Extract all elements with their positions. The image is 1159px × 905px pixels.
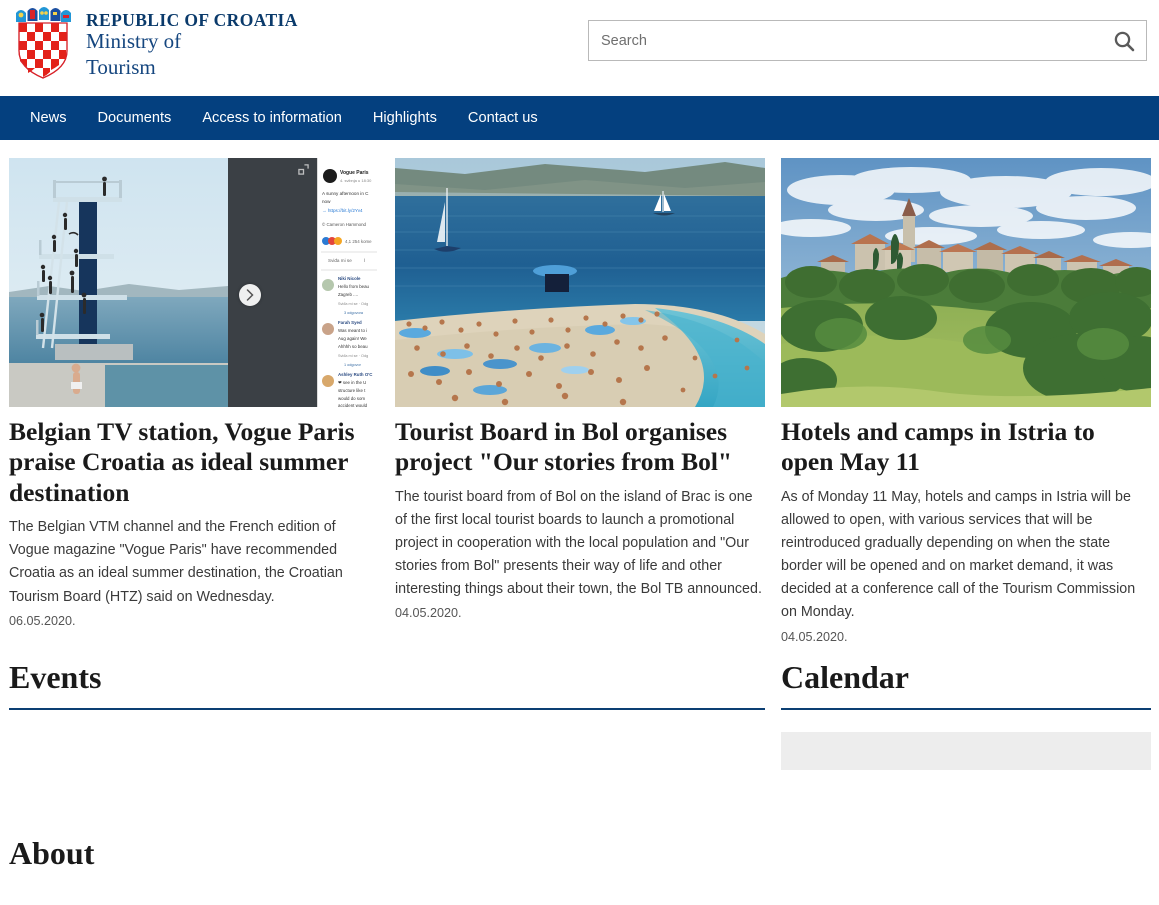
news-card-image[interactable]: Vogue Paris 4. svibnja u 18:30 A sunny a… [9, 158, 379, 407]
search-bar[interactable] [588, 20, 1147, 61]
brand-ministry-line1: Ministry of [86, 29, 182, 54]
calendar-heading: Calendar [781, 658, 909, 695]
search-button[interactable] [1102, 21, 1146, 60]
events-heading: Events [9, 658, 102, 695]
about-heading: About [9, 835, 95, 872]
news-card-date: 04.05.2020. [781, 629, 848, 644]
svg-text:Farah Syed: Farah Syed [338, 320, 362, 325]
news-card[interactable]: Vogue Paris 4. svibnja u 18:30 A sunny a… [9, 158, 379, 644]
svg-text:would do som: would do som [338, 396, 365, 401]
svg-text:Sviđa mi se · Odg: Sviđa mi se · Odg [338, 302, 368, 306]
brand-country: REPUBLIC OF CROATIA [86, 10, 298, 30]
svg-text:3 odgovora: 3 odgovora [344, 311, 364, 315]
svg-text:© Cameron Hammond: © Cameron Hammond [322, 222, 367, 227]
news-card[interactable]: Hotels and camps in Istria to open May 1… [781, 158, 1151, 644]
svg-text:accident would: accident would [338, 403, 368, 407]
news-card-title[interactable]: Belgian TV station, Vogue Paris praise C… [9, 417, 379, 508]
news-card-title[interactable]: Hotels and camps in Istria to open May 1… [781, 417, 1151, 478]
diving-tower-photo [9, 158, 228, 407]
svg-text:Niki Nicole: Niki Nicole [338, 276, 361, 281]
news-card-summary: The tourist board from of Bol on the isl… [395, 488, 762, 598]
svg-text:A sunny afternoon in C: A sunny afternoon in C [322, 191, 369, 196]
svg-text:4,1 254 kome: 4,1 254 kome [345, 239, 372, 244]
svg-text:1 odgovor: 1 odgovor [344, 363, 362, 367]
calendar-section: Calendar [781, 658, 1151, 771]
news-card-grid: Vogue Paris 4. svibnja u 18:30 A sunny a… [0, 140, 1159, 644]
social-post-screenshot: Vogue Paris 4. svibnja u 18:30 A sunny a… [9, 158, 379, 407]
events-section: Events [9, 658, 765, 770]
svg-text:Sviđa mi se: Sviđa mi se [328, 258, 352, 263]
svg-text:4. svibnja u 18:30: 4. svibnja u 18:30 [340, 178, 372, 183]
svg-text:l: l [364, 258, 365, 263]
svg-text:❤ see in the U: ❤ see in the U [338, 380, 366, 385]
bol-beach-illustration [395, 158, 765, 407]
carousel-next-button[interactable] [239, 284, 261, 306]
news-card-date: 06.05.2020. [9, 613, 76, 628]
news-card-summary: As of Monday 11 May, hotels and camps in… [781, 488, 1136, 621]
istria-village-illustration [781, 158, 1151, 407]
nav-item-highlights[interactable]: Highlights [373, 111, 437, 126]
chevron-right-icon [246, 289, 254, 301]
croatia-coat-of-arms-icon [16, 7, 71, 79]
nav-item-access-to-information[interactable]: Access to information [202, 111, 342, 126]
nav-item-news[interactable]: News [30, 111, 67, 126]
events-divider [9, 708, 765, 711]
news-card-image[interactable] [781, 158, 1151, 407]
about-section: About [0, 834, 1159, 872]
calendar-placeholder[interactable] [781, 732, 1151, 771]
svg-text:Ahhhh so beau: Ahhhh so beau [338, 344, 368, 349]
social-post-comments-panel[interactable]: Vogue Paris 4. svibnja u 18:30 A sunny a… [317, 158, 379, 407]
comments-panel-illustration: Vogue Paris 4. svibnja u 18:30 A sunny a… [318, 158, 379, 407]
news-card-title[interactable]: Tourist Board in Bol organises project "… [395, 417, 765, 478]
svg-text:Hello from beau: Hello from beau [338, 284, 370, 289]
svg-text:Vogue Paris: Vogue Paris [340, 170, 369, 176]
site-header: REPUBLIC OF CROATIA Ministry of Tourism [0, 0, 1159, 96]
search-input[interactable] [589, 21, 1102, 60]
svg-text:Zagreb ....: Zagreb .... [338, 292, 358, 297]
news-card-summary: The Belgian VTM channel and the French e… [9, 519, 343, 605]
search-icon [1114, 31, 1135, 51]
site-brand[interactable]: REPUBLIC OF CROATIA Ministry of Tourism [0, 0, 298, 81]
nav-item-documents[interactable]: Documents [98, 111, 172, 126]
svg-text:Sviđa mi se · Odg: Sviđa mi se · Odg [338, 354, 368, 358]
svg-text:→ https://bit.ly/2Yv4: → https://bit.ly/2Yv4 [322, 208, 363, 213]
nav-item-contact-us[interactable]: Contact us [468, 111, 538, 126]
svg-text:Aug again! We: Aug again! We [338, 336, 367, 341]
diving-tower-illustration [9, 158, 228, 407]
brand-ministry-line2: Tourism [86, 54, 156, 79]
expand-icon[interactable] [298, 164, 309, 175]
social-post-backdrop [228, 158, 317, 407]
svg-text:structure like t: structure like t [338, 388, 366, 393]
svg-text:Ashley Ruth O'C: Ashley Ruth O'C [338, 372, 373, 377]
brand-text-block: REPUBLIC OF CROATIA Ministry of Tourism [86, 6, 298, 81]
news-card-image[interactable] [395, 158, 765, 407]
svg-text:Was meant to i: Was meant to i [338, 328, 367, 333]
main-navigation: News Documents Access to information Hig… [0, 96, 1159, 140]
news-card[interactable]: Tourist Board in Bol organises project "… [395, 158, 765, 644]
secondary-sections: Events Calendar [0, 644, 1159, 771]
svg-text:now: now [322, 199, 331, 204]
calendar-divider [781, 708, 1151, 711]
news-card-date: 04.05.2020. [395, 606, 462, 621]
